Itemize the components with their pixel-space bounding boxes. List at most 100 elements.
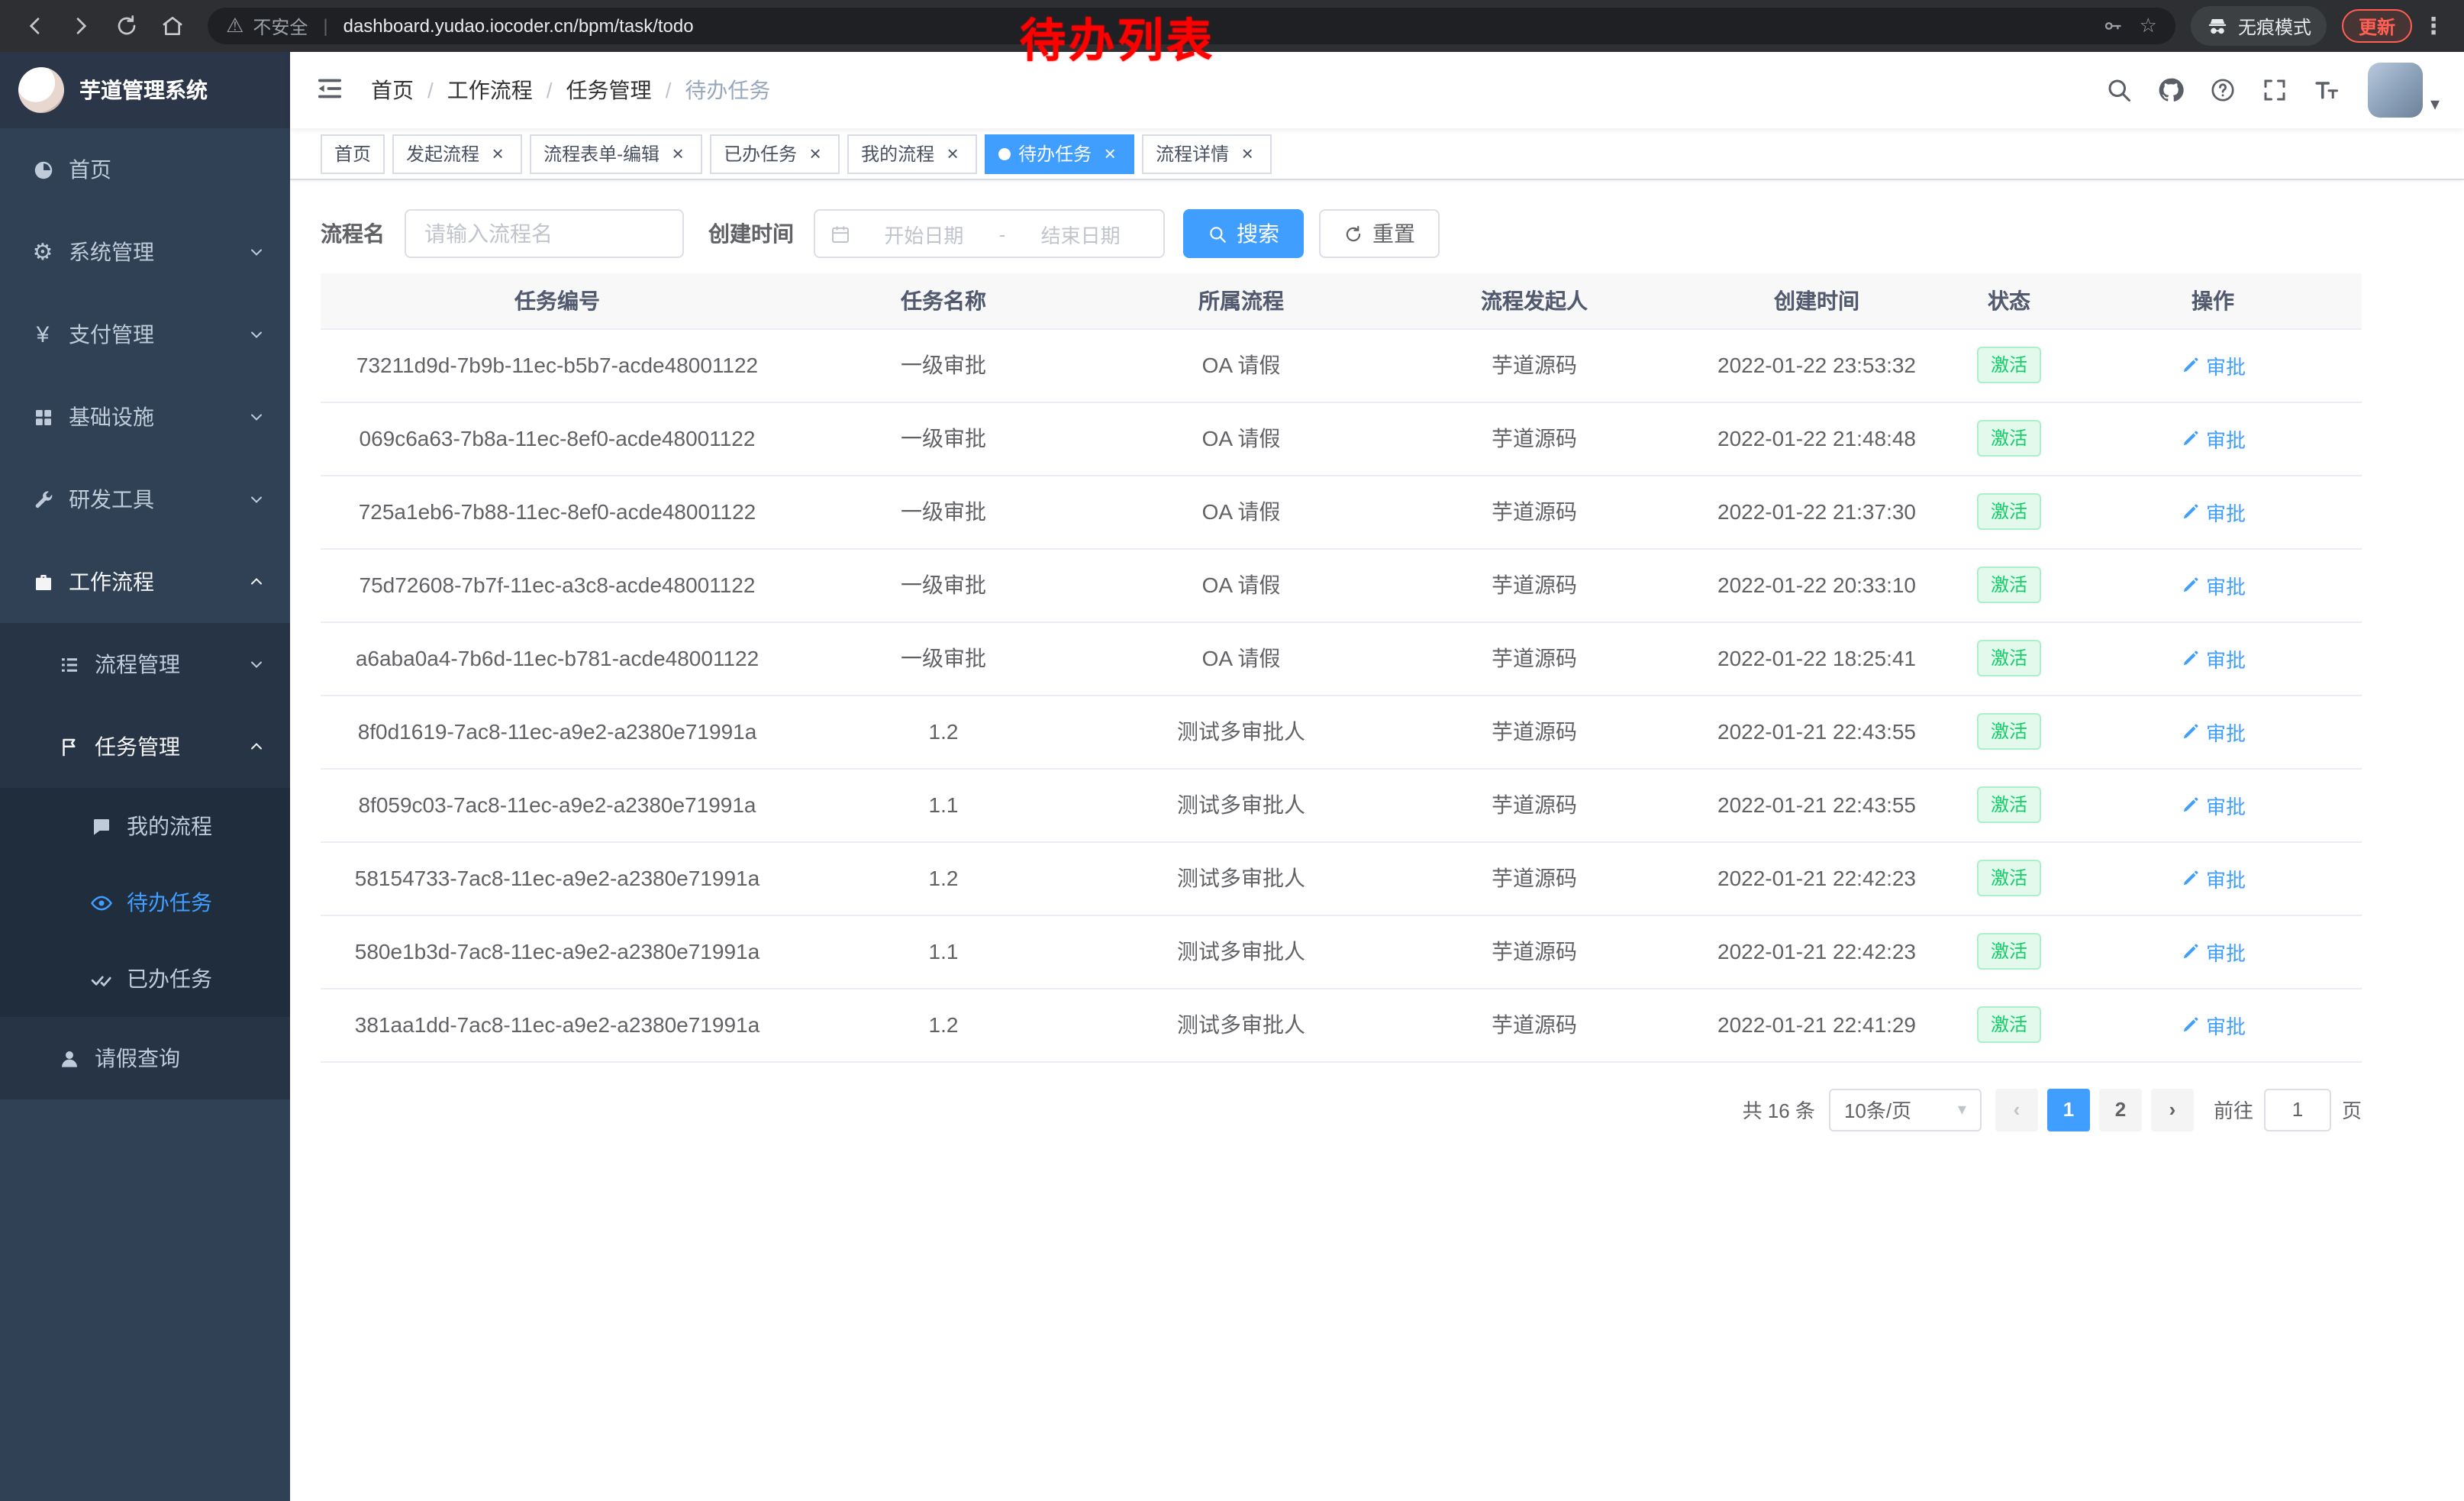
cell-id: 73211d9d-7b9b-11ec-b5b7-acde48001122	[321, 328, 794, 402]
sidebar-item-done-tasks[interactable]: 已办任务	[0, 941, 290, 1017]
tab-todo-tasks[interactable]: 待办任务×	[985, 134, 1134, 173]
approve-link-label: 审批	[2206, 424, 2246, 453]
close-tab-icon[interactable]: ×	[487, 143, 508, 164]
approve-link[interactable]: 审批	[2180, 1010, 2246, 1039]
next-page-button[interactable]: ›	[2151, 1088, 2194, 1131]
page-buttons: ‹12›	[1995, 1088, 2194, 1131]
approve-link[interactable]: 审批	[2180, 644, 2246, 673]
close-tab-icon[interactable]: ×	[942, 143, 963, 164]
sidebar-item-system-management[interactable]: ⚙系统管理	[0, 211, 290, 293]
cell-process: 测试多审批人	[1093, 988, 1389, 1061]
update-button[interactable]: 更新	[2342, 9, 2412, 43]
reload-icon[interactable]	[107, 6, 147, 46]
tab-process-detail[interactable]: 流程详情×	[1142, 134, 1272, 173]
sidebar-item-infrastructure[interactable]: 基础设施	[0, 376, 290, 458]
close-tab-icon[interactable]: ×	[667, 143, 689, 164]
incognito-badge: 无痕模式	[2191, 6, 2327, 46]
prev-page-button[interactable]: ‹	[1995, 1088, 2038, 1131]
cell-process: OA 请假	[1093, 548, 1389, 621]
breadcrumb-separator: /	[666, 78, 672, 102]
page-button-1[interactable]: 1	[2047, 1088, 2090, 1131]
sidebar-item-payment-management[interactable]: ¥支付管理	[0, 293, 290, 376]
back-icon[interactable]	[15, 6, 55, 46]
breadcrumb-item[interactable]: 工作流程	[447, 75, 533, 105]
sidebar-item-process-management[interactable]: 流程管理	[0, 623, 290, 705]
cell-status: 激活	[1954, 841, 2064, 915]
sidebar-toggle-icon[interactable]	[314, 73, 348, 107]
sidebar-menu: 首页⚙系统管理¥支付管理基础设施研发工具工作流程流程管理任务管理我的流程待办任务…	[0, 128, 290, 1099]
sidebar-item-my-process[interactable]: 我的流程	[0, 788, 290, 864]
browser-menu-icon[interactable]: ⋮	[2418, 12, 2449, 40]
approve-link[interactable]: 审批	[2180, 497, 2246, 526]
leave-query-icon	[56, 1047, 81, 1070]
approve-link-label: 审批	[2206, 717, 2246, 746]
close-tab-icon[interactable]: ×	[1237, 143, 1258, 164]
create-time-range-picker[interactable]: 开始日期 - 结束日期	[814, 209, 1165, 258]
tab-home[interactable]: 首页	[321, 134, 385, 173]
close-tab-icon[interactable]: ×	[1099, 143, 1121, 164]
approve-link[interactable]: 审批	[2180, 863, 2246, 893]
approve-link[interactable]: 审批	[2180, 570, 2246, 599]
cell-starter: 芋道源码	[1389, 475, 1679, 548]
page-size-select[interactable]: 10条/页 ▾	[1829, 1088, 1982, 1131]
reset-button[interactable]: 重置	[1319, 209, 1440, 258]
chevron-down-icon	[247, 243, 266, 261]
cell-name: 1.1	[794, 915, 1093, 988]
approve-link-label: 审批	[2206, 350, 2246, 379]
breadcrumb-item: 待办任务	[685, 75, 770, 105]
status-badge: 激活	[1977, 347, 2041, 383]
edit-icon	[2180, 941, 2200, 961]
approve-link[interactable]: 审批	[2180, 937, 2246, 966]
sidebar-item-workflow[interactable]: 工作流程	[0, 541, 290, 623]
approve-link[interactable]: 审批	[2180, 790, 2246, 819]
sidebar-item-task-management[interactable]: 任务管理	[0, 705, 290, 788]
table-row: 8f0d1619-7ac8-11ec-a9e2-a2380e71991a1.2测…	[321, 695, 2362, 768]
app-logo-row[interactable]: 芋道管理系统	[0, 52, 290, 128]
sidebar-item-leave-query[interactable]: 请假查询	[0, 1017, 290, 1099]
fullscreen-icon[interactable]	[2252, 67, 2298, 113]
approve-link[interactable]: 审批	[2180, 717, 2246, 746]
goto-page-input[interactable]	[2264, 1088, 2331, 1131]
cell-starter: 芋道源码	[1389, 768, 1679, 841]
forward-icon[interactable]	[61, 6, 101, 46]
tab-done-tasks[interactable]: 已办任务×	[710, 134, 840, 173]
page-button-2[interactable]: 2	[2099, 1088, 2142, 1131]
browser-nav-buttons	[15, 6, 192, 46]
search-button[interactable]: 搜索	[1183, 209, 1304, 258]
chevron-down-icon	[247, 655, 266, 673]
sidebar-item-label: 任务管理	[95, 731, 234, 762]
tab-form-edit[interactable]: 流程表单-编辑×	[530, 134, 702, 173]
process-name-input[interactable]	[405, 209, 684, 258]
approve-link[interactable]: 审批	[2180, 424, 2246, 453]
total-count: 共 16 条	[1743, 1095, 1815, 1124]
calendar-icon	[829, 222, 852, 245]
tab-my-process[interactable]: 我的流程×	[847, 134, 977, 173]
sidebar-item-dev-tools[interactable]: 研发工具	[0, 458, 290, 541]
status-badge: 激活	[1977, 567, 2041, 603]
sidebar-item-label: 研发工具	[69, 484, 234, 515]
star-icon[interactable]: ☆	[2140, 14, 2157, 38]
cell-actions: 审批	[2064, 402, 2362, 475]
tab-start-process[interactable]: 发起流程×	[392, 134, 522, 173]
font-size-icon[interactable]	[2304, 67, 2350, 113]
github-icon[interactable]	[2148, 67, 2194, 113]
incognito-label: 无痕模式	[2238, 13, 2311, 39]
search-icon[interactable]	[2096, 67, 2142, 113]
breadcrumb-item[interactable]: 首页	[371, 75, 414, 105]
approve-link[interactable]: 审批	[2180, 350, 2246, 379]
cell-name: 一级审批	[794, 475, 1093, 548]
active-tab-dot	[998, 147, 1011, 160]
sidebar-item-home[interactable]: 首页	[0, 128, 290, 211]
todo-tasks-icon	[89, 891, 113, 914]
sidebar-item-todo-tasks[interactable]: 待办任务	[0, 864, 290, 941]
home-icon[interactable]	[153, 6, 192, 46]
close-tab-icon[interactable]: ×	[805, 143, 826, 164]
breadcrumb-item[interactable]: 任务管理	[566, 75, 652, 105]
key-icon[interactable]	[2103, 15, 2124, 37]
user-menu[interactable]: ▾	[2368, 63, 2440, 118]
cell-process: 测试多审批人	[1093, 841, 1389, 915]
cell-status: 激活	[1954, 768, 2064, 841]
table-row: 8f059c03-7ac8-11ec-a9e2-a2380e71991a1.1测…	[321, 768, 2362, 841]
help-icon[interactable]	[2200, 67, 2246, 113]
chevron-up-icon	[247, 738, 266, 756]
